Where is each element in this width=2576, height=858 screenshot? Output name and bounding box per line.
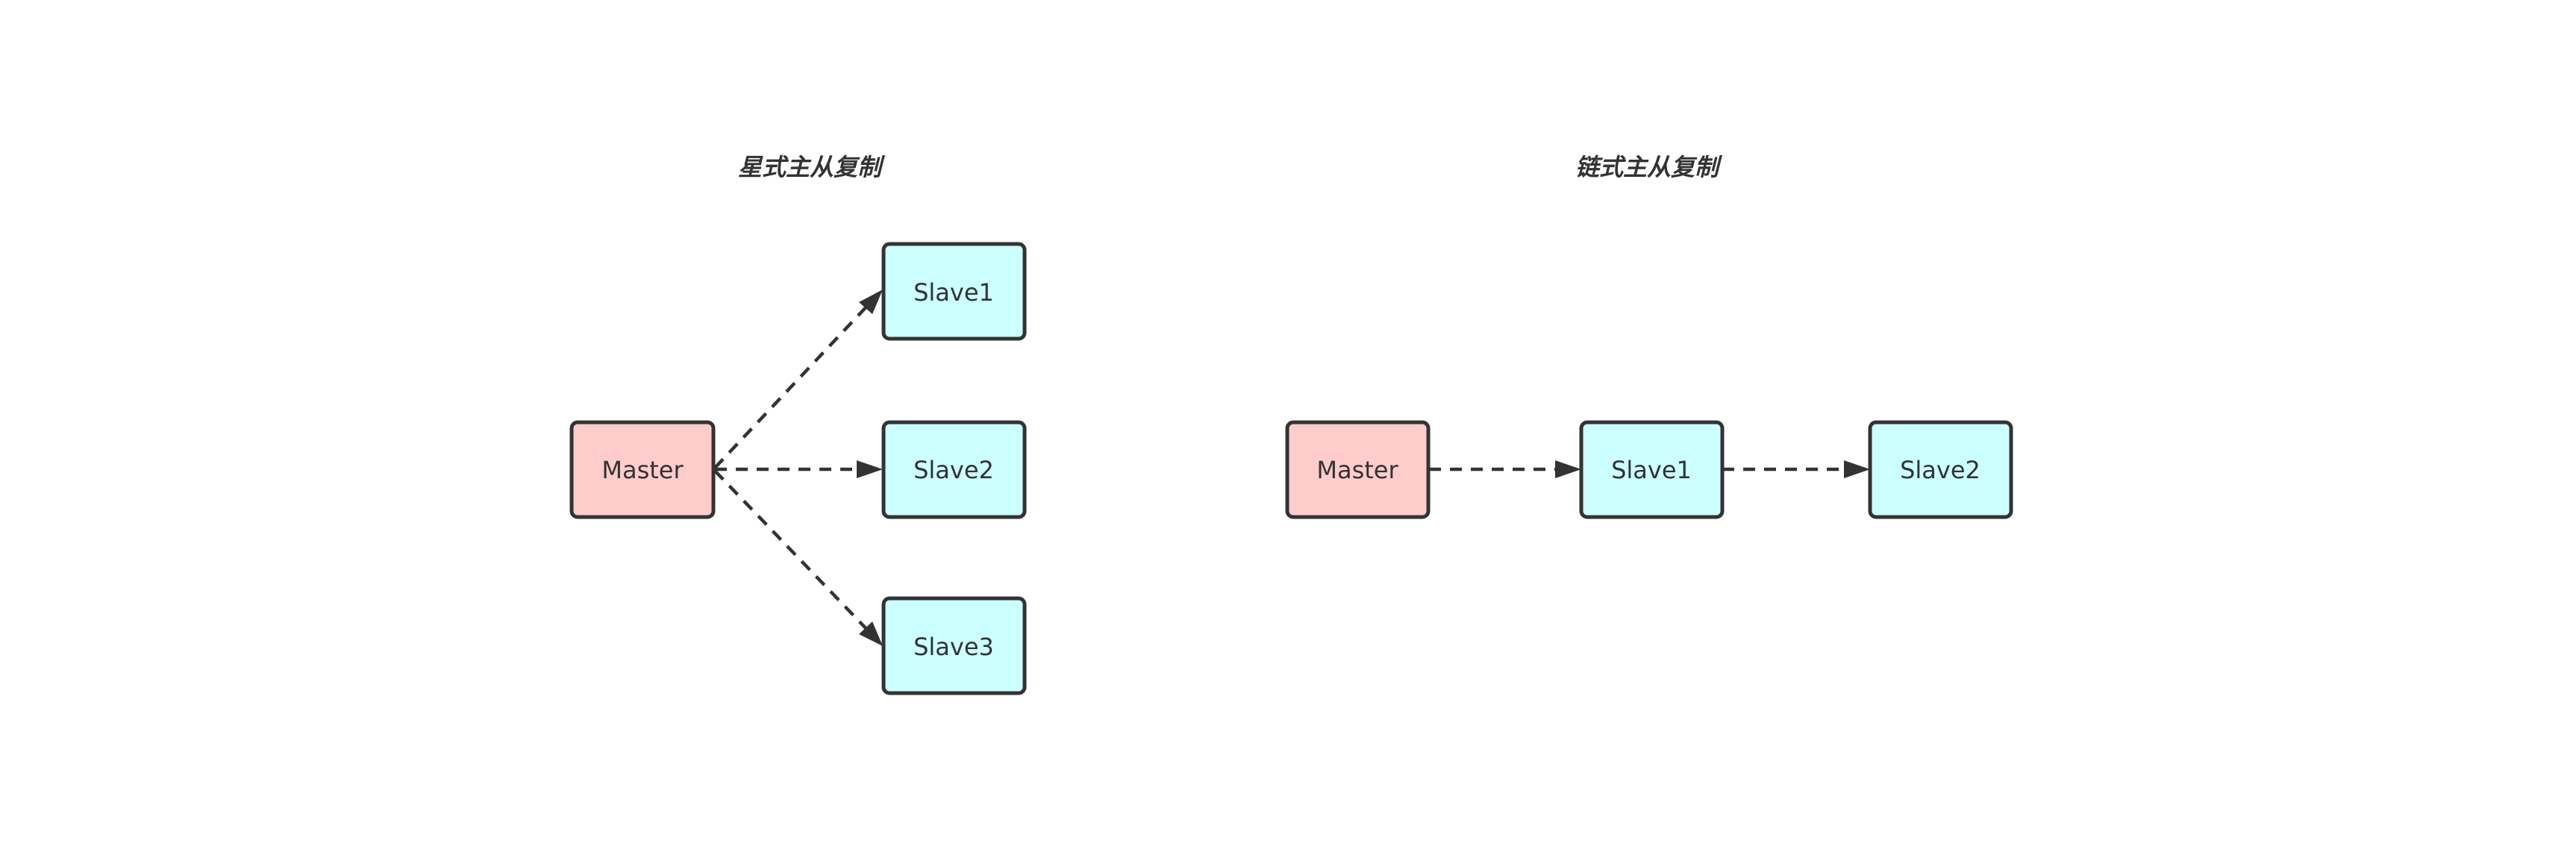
chain-edge-slave1-slave2	[1722, 460, 1870, 478]
star-edge-master-slave1-line	[713, 302, 871, 469]
star-edge-master-slave2	[715, 460, 883, 478]
chain-replication-diagram: 链式主从复制 Master Slave1 Slave2	[1285, 153, 2013, 519]
star-node-master: Master	[569, 420, 716, 519]
chain-node-slave1-label: Slave1	[1611, 456, 1692, 484]
star-node-slave3-label: Slave3	[913, 633, 994, 661]
chain-edge-master-slave1	[1429, 460, 1581, 478]
star-edge-master-slave3	[713, 469, 883, 646]
star-node-slave2: Slave2	[881, 420, 1027, 519]
chain-edge-master-slave1-arrowhead	[1555, 460, 1581, 478]
chain-node-slave1: Slave1	[1579, 420, 1725, 519]
star-edge-master-slave1	[713, 289, 883, 469]
star-replication-diagram: 星式主从复制 Master Slave1 Slave2 Slave3	[569, 153, 1027, 695]
replication-diagrams-canvas: 星式主从复制 Master Slave1 Slave2 Slave3 链式主从复…	[569, 153, 2013, 695]
star-edge-master-slave3-line	[713, 469, 871, 633]
star-node-slave1-label: Slave1	[913, 278, 994, 307]
star-node-master-label: Master	[601, 456, 684, 484]
star-diagram-title: 星式主从复制	[738, 153, 886, 181]
chain-diagram-title: 链式主从复制	[1575, 153, 1723, 181]
star-edge-master-slave2-arrowhead	[857, 460, 883, 478]
chain-node-master-label: Master	[1316, 456, 1398, 484]
chain-node-slave2-label: Slave2	[1900, 456, 1981, 484]
star-node-slave1: Slave1	[881, 242, 1027, 341]
chain-edge-slave1-slave2-arrowhead	[1844, 460, 1870, 478]
star-node-slave3: Slave3	[881, 596, 1027, 695]
chain-node-master: Master	[1285, 420, 1431, 519]
star-node-slave2-label: Slave2	[913, 456, 994, 484]
chain-node-slave2: Slave2	[1868, 420, 2013, 519]
